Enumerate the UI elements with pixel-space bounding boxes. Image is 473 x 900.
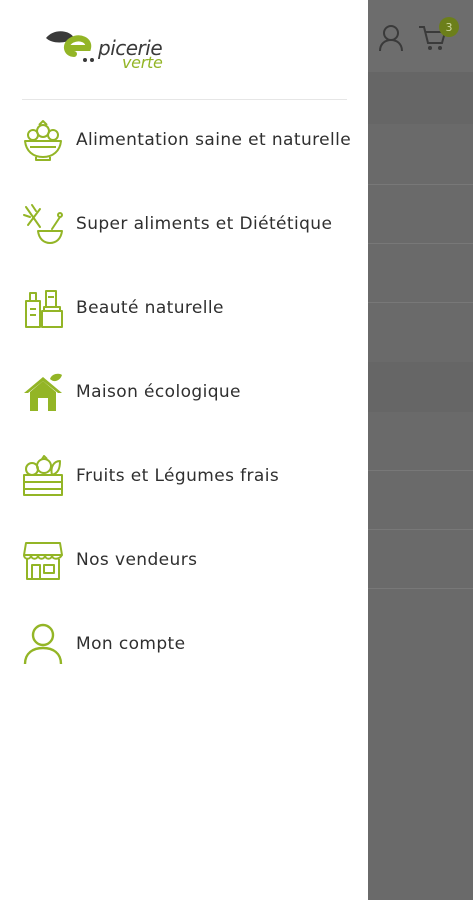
cart-count-badge: 3 <box>439 17 459 37</box>
navigation-drawer: picerie verte Alimentation saine et natu… <box>0 0 368 900</box>
storefront-icon <box>22 539 64 581</box>
menu-label: Mon compte <box>76 634 186 654</box>
menu-item-maison[interactable]: Maison écologique <box>0 352 368 432</box>
background-divider <box>368 184 473 185</box>
produce-crate-icon <box>22 455 64 497</box>
menu-label: Alimentation saine et naturelle <box>76 130 352 150</box>
salad-bowl-icon <box>22 119 64 161</box>
epicerie-verte-logo[interactable]: picerie verte <box>44 24 184 80</box>
logo-text-verte: verte <box>122 53 163 72</box>
background-divider <box>368 529 473 530</box>
menu-item-beaute[interactable]: Beauté naturelle <box>0 268 368 348</box>
user-icon <box>22 623 64 665</box>
menu-label: Fruits et Légumes frais <box>76 466 280 486</box>
menu-label: Beauté naturelle <box>76 298 224 318</box>
eco-house-icon <box>22 371 64 413</box>
menu-label: Maison écologique <box>76 382 241 402</box>
menu-label: Nos vendeurs <box>76 550 198 570</box>
account-icon[interactable] <box>378 24 404 52</box>
mortar-pestle-icon <box>22 203 64 245</box>
menu-item-super-aliments[interactable]: Super aliments et Diététique <box>0 184 368 264</box>
menu-item-vendeurs[interactable]: Nos vendeurs <box>0 520 368 600</box>
menu-item-mon-compte[interactable]: Mon compte <box>0 604 368 684</box>
menu-label: Super aliments et Diététique <box>76 214 333 234</box>
background-divider <box>368 243 473 244</box>
menu-item-fruits-legumes[interactable]: Fruits et Légumes frais <box>0 436 368 516</box>
background-divider <box>368 588 473 589</box>
background-divider <box>368 470 473 471</box>
background-divider <box>368 302 473 303</box>
menu-item-alimentation[interactable]: Alimentation saine et naturelle <box>0 100 368 180</box>
cosmetics-icon <box>22 287 64 329</box>
